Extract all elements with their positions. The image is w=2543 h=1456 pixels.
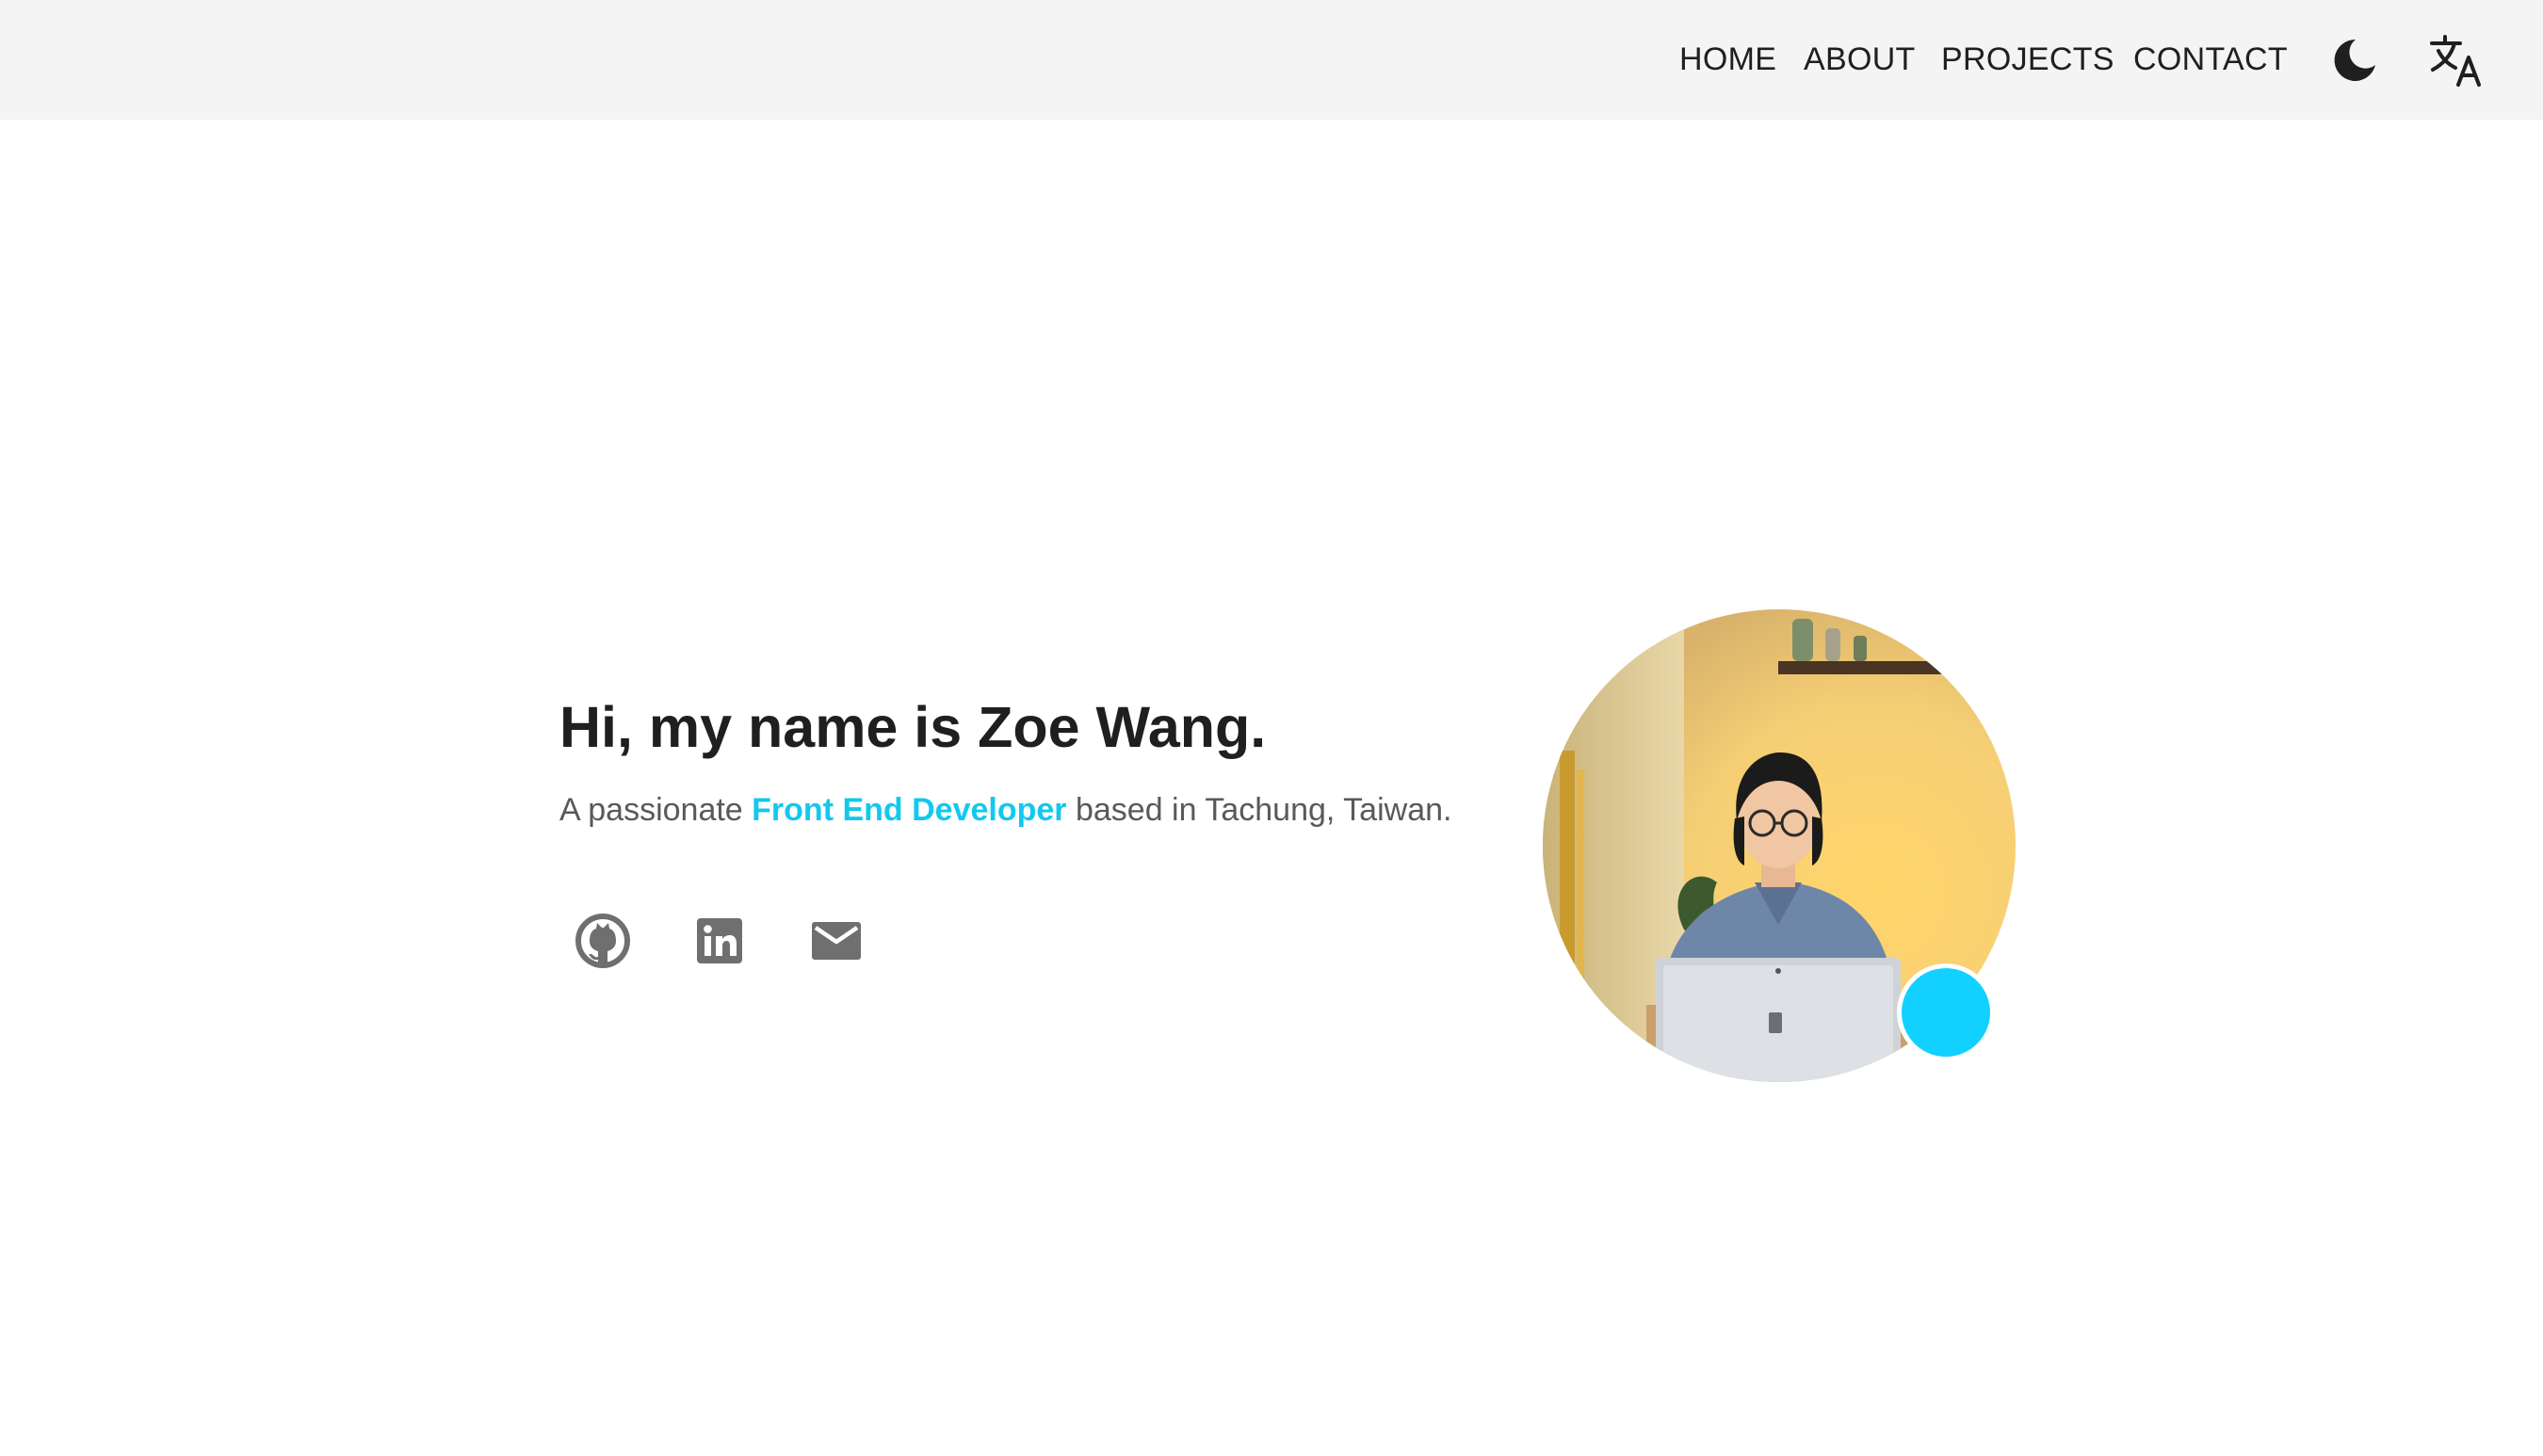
github-icon xyxy=(575,914,630,968)
hero-title: Hi, my name is Zoe Wang. xyxy=(559,695,1267,759)
subtitle-suffix: based in Tachung, Taiwan. xyxy=(1066,792,1452,828)
linkedin-icon xyxy=(697,918,742,963)
nav-about-link[interactable]: ABOUT xyxy=(1804,36,1916,83)
nav-home-link[interactable]: HOME xyxy=(1679,36,1776,83)
github-link[interactable] xyxy=(569,907,637,975)
status-indicator xyxy=(1897,963,1995,1061)
nav-projects-link[interactable]: PROJECTS xyxy=(1941,36,2114,83)
role-highlight-link[interactable]: Front End Developer xyxy=(752,792,1066,828)
translate-icon xyxy=(2430,35,2481,87)
theme-toggle-button[interactable] xyxy=(2330,36,2379,85)
subtitle-prefix: A passionate xyxy=(559,792,753,828)
linkedin-link[interactable] xyxy=(686,907,753,975)
mail-icon xyxy=(812,922,861,960)
moon-icon xyxy=(2334,39,2375,81)
top-navbar: HOME ABOUT PROJECTS CONTACT xyxy=(0,0,2543,120)
hero-subtitle: A passionate Front End Developer based i… xyxy=(559,787,1451,833)
language-button[interactable] xyxy=(2428,32,2485,89)
email-link[interactable] xyxy=(802,907,870,975)
nav-contact-link[interactable]: CONTACT xyxy=(2133,36,2288,83)
